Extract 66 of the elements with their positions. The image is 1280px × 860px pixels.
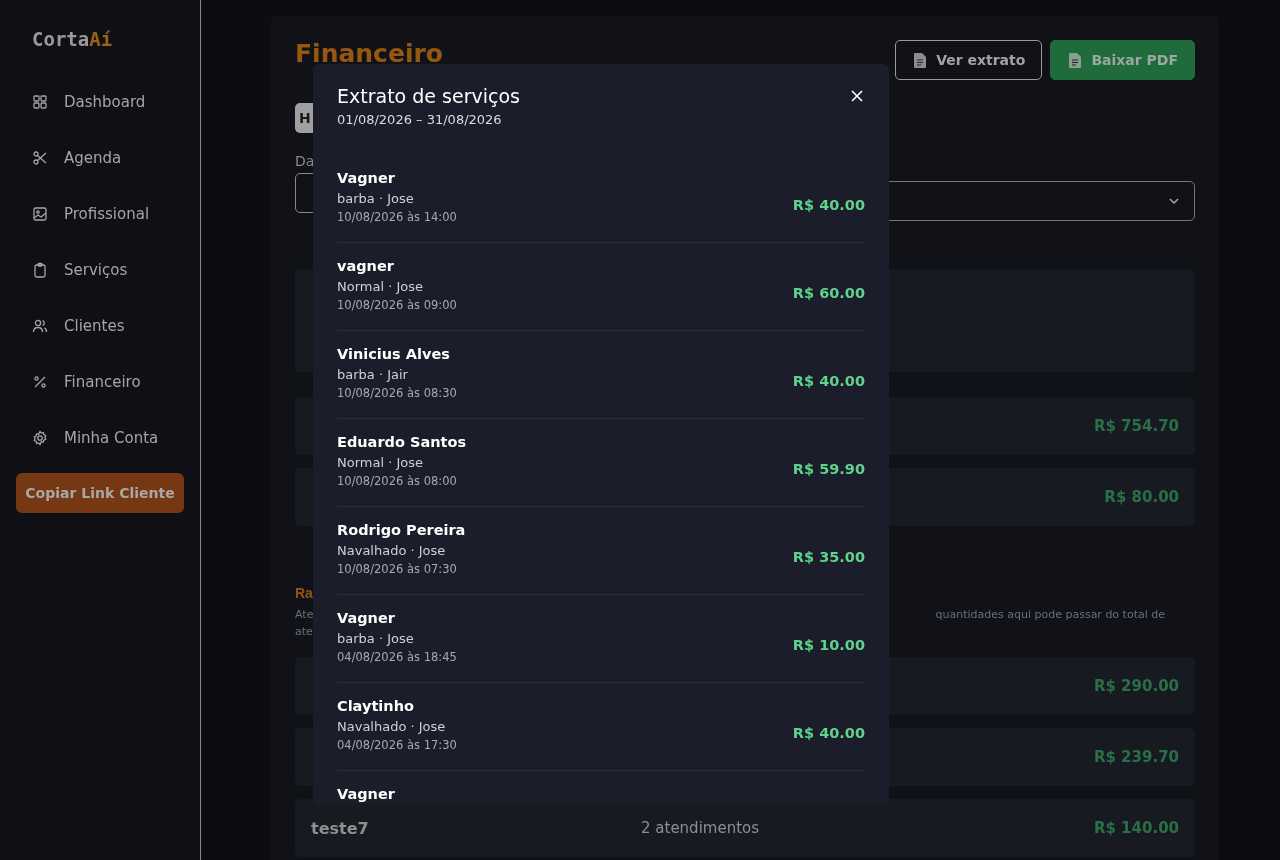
client-name: Vagner xyxy=(337,786,395,802)
amount: R$ 290.00 xyxy=(1093,677,1179,695)
amount: R$ 40.00 xyxy=(792,372,865,389)
service-text: barba · Jose xyxy=(337,631,415,646)
nav-item[interactable]: Serviços xyxy=(16,253,175,287)
period-text: 01/08/2026 – 31/08/2026 xyxy=(337,112,503,127)
professional-name: teste7 xyxy=(311,818,370,838)
amount: R$ 10.00 xyxy=(792,636,865,653)
close-button[interactable] xyxy=(849,88,865,104)
date-text: 10/08/2026 às 07:30 xyxy=(337,562,458,576)
amount: R$ 60.00 xyxy=(792,284,865,301)
settings-icon xyxy=(32,430,48,446)
clipboard-icon xyxy=(32,262,48,278)
service-text: Navalhado · Jose xyxy=(337,719,447,734)
amount: R$ 35.00 xyxy=(792,548,865,565)
percent-icon xyxy=(32,374,48,390)
close-icon xyxy=(851,90,863,102)
nav-item[interactable]: Clientes xyxy=(16,309,175,343)
client-name: vagner xyxy=(337,258,395,274)
image-icon xyxy=(32,206,48,222)
nav-item[interactable]: Profissional xyxy=(16,197,175,231)
section-title: Ra xyxy=(295,584,314,602)
nav-item[interactable]: Agenda xyxy=(16,141,175,175)
service-text: Normal · Jose xyxy=(337,279,424,294)
client-name: Rodrigo Pereira xyxy=(337,522,466,538)
amount: R$ 80.00 xyxy=(1104,488,1179,506)
page-title: Financeiro xyxy=(295,42,443,66)
amount: R$ 140.00 xyxy=(1093,819,1179,837)
date-text: 10/08/2026 às 09:00 xyxy=(337,298,457,312)
date-text: 10/08/2026 às 08:00 xyxy=(337,474,458,488)
date-text: 10/08/2026 às 14:00 xyxy=(337,210,457,224)
field-label: Da xyxy=(295,153,316,169)
date-text: 10/08/2026 às 08:30 xyxy=(337,386,457,400)
amount: R$ 754.70 xyxy=(1093,417,1179,435)
client-name: Vinicius Alves xyxy=(337,346,451,362)
client-name: Vagner xyxy=(337,610,396,626)
service-text: barba · Jose xyxy=(337,191,415,206)
grid-icon xyxy=(32,94,48,110)
scissors-icon xyxy=(32,150,48,166)
service-text: Normal · Jose xyxy=(337,455,424,470)
note-text: quantidades aqui pode passar do total de xyxy=(935,607,1165,623)
nav-item[interactable]: Dashboard xyxy=(16,85,175,119)
users-icon xyxy=(32,318,48,334)
copy-link-button[interactable]: Copiar Link Cliente xyxy=(16,473,184,513)
modal-title: Extrato de serviços xyxy=(337,85,520,107)
note-text: ate xyxy=(295,624,313,640)
chevron-down-icon xyxy=(1168,197,1180,205)
amount: R$ 40.00 xyxy=(792,724,865,741)
client-name: Claytinho xyxy=(337,698,415,714)
amount: R$ 40.00 xyxy=(792,196,865,213)
document-icon xyxy=(1069,52,1082,68)
amount: R$ 59.90 xyxy=(792,460,865,477)
statement-button[interactable]: Ver extrato xyxy=(895,40,1043,80)
nav-item[interactable]: Minha Conta xyxy=(16,421,175,455)
amount: R$ 239.70 xyxy=(1093,748,1179,766)
document-icon xyxy=(914,52,927,68)
nav-item[interactable]: Financeiro xyxy=(16,365,175,399)
client-name: Vagner xyxy=(337,170,396,186)
appointment-count: 2 atendimentos xyxy=(641,819,761,837)
service-text: Navalhado · Jose xyxy=(337,543,447,558)
logo: CortaAí xyxy=(32,28,113,50)
date-text: 04/08/2026 às 17:30 xyxy=(337,738,457,752)
client-name: Eduardo Santos xyxy=(337,434,466,450)
note-text: Ate xyxy=(295,607,314,623)
date-text: 04/08/2026 às 18:45 xyxy=(337,650,457,664)
service-text: barba · Jair xyxy=(337,367,409,382)
